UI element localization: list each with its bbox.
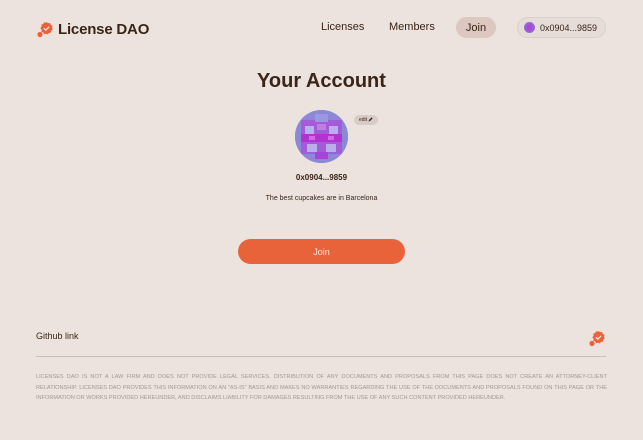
wallet-button[interactable]: 0x0904...9859	[517, 17, 606, 38]
footer-badge-icon	[588, 329, 606, 347]
join-button[interactable]: Join	[238, 239, 405, 264]
pencil-icon	[368, 116, 373, 124]
nav-join-button[interactable]: Join	[456, 17, 496, 38]
page-title: Your Account	[257, 70, 386, 92]
top-nav: License DAO Licenses Members Join 0x0904…	[0, 0, 643, 56]
wallet-address: 0x0904...9859	[540, 22, 598, 33]
badge-check-icon	[36, 20, 54, 38]
footer-divider	[36, 356, 606, 357]
legal-disclaimer: Licenses DAO is not a law firm and does …	[36, 374, 607, 401]
nav-link-members[interactable]: Members	[389, 21, 435, 33]
edit-label: edit	[358, 117, 368, 123]
brand-name: License DAO	[58, 20, 150, 38]
account-address: 0x0904...9859	[295, 173, 348, 182]
github-link[interactable]: Github link	[36, 331, 79, 341]
account-bio: The best cupcakes are in Barcelona	[265, 195, 378, 202]
brand-logo[interactable]: License DAO	[36, 19, 149, 39]
nav-link-licenses[interactable]: Licenses	[321, 21, 364, 33]
avatar	[295, 110, 348, 163]
wallet-avatar	[524, 22, 535, 33]
edit-profile-button[interactable]: edit	[354, 115, 378, 125]
